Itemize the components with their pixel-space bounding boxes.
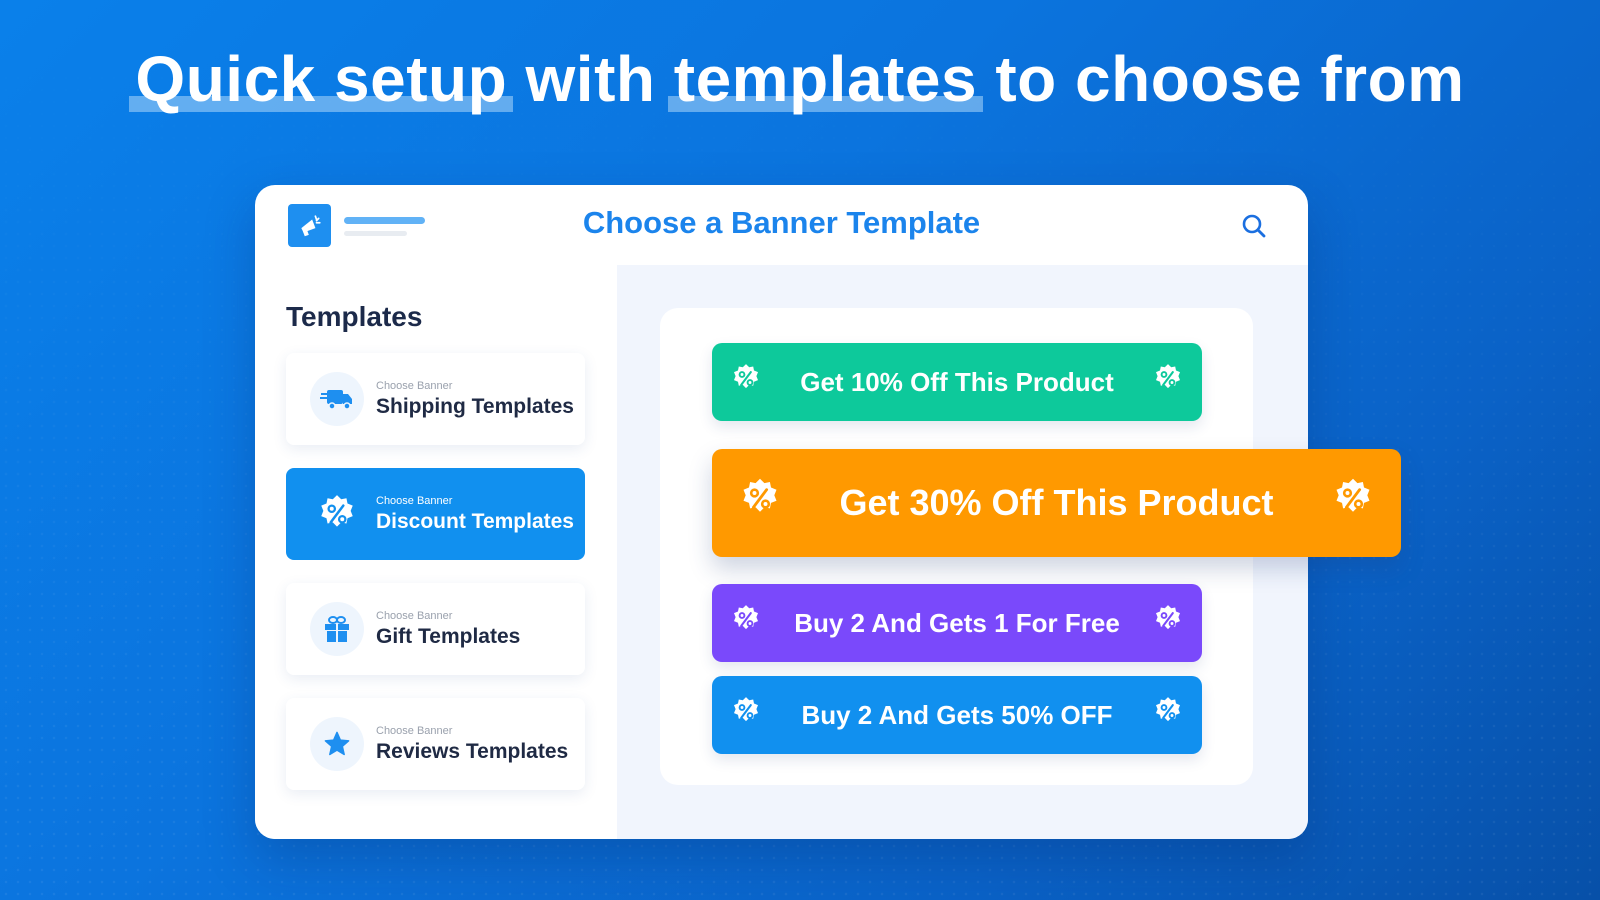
gift-icon xyxy=(310,602,364,656)
banner-template-1[interactable]: Get 10% Off This Product xyxy=(712,343,1202,421)
template-item-subtitle: Choose Banner xyxy=(376,610,453,622)
banner-text: Buy 2 And Gets 1 For Free xyxy=(794,607,1120,638)
template-item-label: Gift Templates xyxy=(376,625,521,648)
banner-text: Get 30% Off This Product xyxy=(839,482,1274,523)
template-item-discount[interactable]: Choose Banner Discount Templates xyxy=(286,468,585,560)
discount-badge-icon xyxy=(1331,477,1375,530)
template-item-label: Reviews Templates xyxy=(376,740,569,763)
window-title: Choose a Banner Template xyxy=(582,205,981,240)
star-icon xyxy=(310,717,364,771)
discount-badge-icon xyxy=(730,363,762,402)
discount-badge-icon xyxy=(310,487,364,541)
template-item-label: Shipping Templates xyxy=(376,395,574,418)
template-item-label: Discount Templates xyxy=(376,510,574,533)
banner-template-2[interactable]: Get 30% Off This Product xyxy=(712,449,1401,557)
truck-icon xyxy=(310,372,364,426)
template-item-shipping[interactable]: Choose Banner Shipping Templates xyxy=(286,353,585,445)
headline: Quick setup with templates to choose fro… xyxy=(0,42,1600,116)
discount-badge-icon xyxy=(1152,604,1184,643)
headline-text: with xyxy=(507,43,674,115)
headline-text: to choose from xyxy=(977,43,1465,115)
sidebar: Templates Choose Banner Shipping Templat… xyxy=(255,265,617,839)
template-item-subtitle: Choose Banner xyxy=(376,380,453,392)
discount-badge-icon xyxy=(1152,363,1184,402)
banner-text: Buy 2 And Gets 50% OFF xyxy=(801,699,1113,730)
sidebar-title: Templates xyxy=(286,301,423,332)
discount-badge-icon xyxy=(738,477,782,530)
banner-text: Get 10% Off This Product xyxy=(800,366,1114,397)
banner-template-3[interactable]: Buy 2 And Gets 1 For Free xyxy=(712,584,1202,662)
template-item-gift[interactable]: Choose Banner Gift Templates xyxy=(286,583,585,675)
template-item-subtitle: Choose Banner xyxy=(376,495,453,507)
template-window: Choose a Banner Template Templates Choos… xyxy=(255,185,1401,839)
search-icon[interactable] xyxy=(1240,212,1268,240)
headline-highlight-2: templates xyxy=(667,43,984,115)
discount-badge-icon xyxy=(1152,696,1184,735)
template-item-reviews[interactable]: Choose Banner Reviews Templates xyxy=(286,698,585,790)
discount-badge-icon xyxy=(730,696,762,735)
headline-highlight-1: Quick setup xyxy=(129,43,514,115)
banner-template-4[interactable]: Buy 2 And Gets 50% OFF xyxy=(712,676,1202,754)
template-item-subtitle: Choose Banner xyxy=(376,725,453,737)
window-header: Choose a Banner Template xyxy=(255,185,1308,265)
discount-badge-icon xyxy=(730,604,762,643)
